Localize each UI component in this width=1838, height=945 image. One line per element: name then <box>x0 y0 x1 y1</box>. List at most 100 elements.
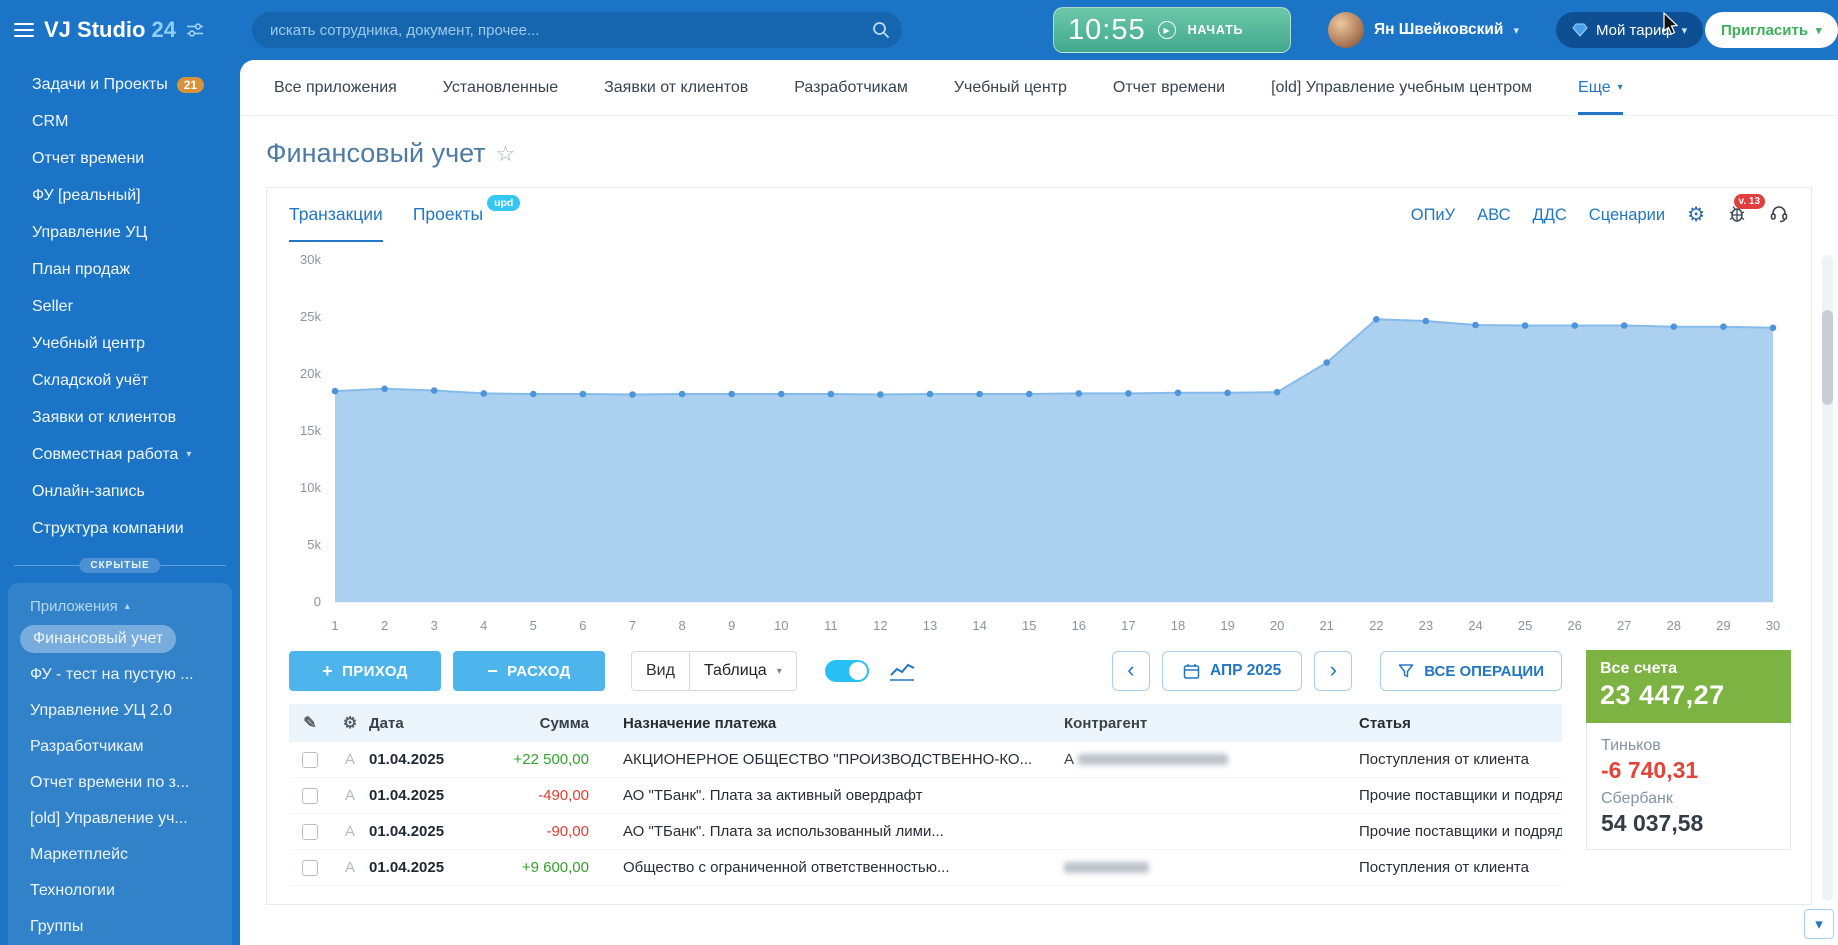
report-link[interactable]: АВС <box>1477 206 1510 225</box>
sidebar-app-item[interactable]: [old] Управление уч... <box>8 801 232 837</box>
apps-section-header[interactable]: Приложения ▴ <box>8 591 232 621</box>
svg-text:25: 25 <box>1518 618 1532 633</box>
tab-projects[interactable]: Проекты upd <box>413 188 520 242</box>
column-settings-icon[interactable]: ⚙ <box>343 715 357 732</box>
scroll-down-button[interactable]: ▾ <box>1804 909 1834 939</box>
column-date[interactable]: Дата <box>369 715 477 732</box>
sidebar-app-item[interactable]: Группы <box>8 909 232 945</box>
total-balance-card[interactable]: Все счета 23 447,27 <box>1586 650 1791 723</box>
row-category: Поступления от клиента <box>1345 859 1562 876</box>
tab-transactions[interactable]: Транзакции <box>289 188 383 242</box>
start-work-label[interactable]: НАЧАТЬ <box>1188 23 1244 37</box>
report-link[interactable]: ДДС <box>1533 206 1567 225</box>
chart-view-icon[interactable] <box>889 661 915 681</box>
sidebar-app-item[interactable]: ФУ - тест на пустую ... <box>8 657 232 693</box>
sidebar-item[interactable]: Seller <box>0 288 240 325</box>
sidebar-item[interactable]: Управление УЦ <box>0 214 240 251</box>
report-link[interactable]: Сценарии <box>1589 206 1665 225</box>
row-checkbox[interactable] <box>302 860 318 876</box>
avatar[interactable] <box>1328 12 1364 48</box>
invite-button[interactable]: Пригласить ▾ <box>1705 12 1838 48</box>
support-headset-icon[interactable] <box>1769 203 1789 228</box>
svg-text:28: 28 <box>1667 618 1681 633</box>
sidebar-item[interactable]: План продаж <box>0 251 240 288</box>
sidebar-item-label: План продаж <box>32 261 130 279</box>
column-purpose[interactable]: Назначение платежа <box>595 715 1050 732</box>
app-nav-tab[interactable]: Заявки от клиентов <box>604 60 748 115</box>
user-menu[interactable]: Ян Швейковский ▾ <box>1328 12 1519 48</box>
sidebar-item[interactable]: Структура компании <box>0 510 240 547</box>
income-button[interactable]: + ПРИХОД <box>289 651 441 691</box>
app-nav-tab[interactable]: Отчет времени <box>1113 60 1225 115</box>
row-checkbox-cell <box>289 752 331 768</box>
chevron-down-icon: ▾ <box>186 449 191 460</box>
column-sum[interactable]: Сумма <box>477 715 595 732</box>
sidebar-item-label: ФУ [реальный] <box>32 187 141 205</box>
clock-time: 10:55 <box>1068 14 1146 47</box>
report-link[interactable]: ОПиУ <box>1411 206 1455 225</box>
my-tariff-button[interactable]: Мой тариф ▾ <box>1556 12 1703 48</box>
account-name[interactable]: Сбербанк <box>1601 790 1776 808</box>
sidebar-items: Задачи и Проекты21CRM Отчет времени ФУ [ре… <box>0 66 240 547</box>
scrollbar-thumb[interactable] <box>1822 310 1833 405</box>
column-counterparty[interactable]: Контрагент <box>1050 715 1345 732</box>
app-logo[interactable]: VJ Studio 24 <box>44 17 176 43</box>
sidebar-item[interactable]: Отчет времени <box>0 140 240 177</box>
sidebar-item[interactable]: ФУ [реальный] <box>0 177 240 214</box>
sidebar-app-item[interactable]: Маркетплейс <box>8 837 232 873</box>
sidebar-item-label: Отчет времени <box>32 150 144 168</box>
filter-label: ВСЕ ОПЕРАЦИИ <box>1424 663 1544 680</box>
sidebar-app-item[interactable]: Финансовый учет <box>8 621 232 657</box>
app-nav-tab[interactable]: Учебный центр <box>954 60 1067 115</box>
search-bar[interactable] <box>252 12 902 48</box>
time-tracker-widget[interactable]: 10:55 ▶ НАЧАТЬ <box>1053 7 1291 53</box>
row-checkbox[interactable] <box>302 752 318 768</box>
svg-text:3: 3 <box>431 618 438 633</box>
account-name[interactable]: Тиньков <box>1601 737 1776 755</box>
sidebar-item[interactable]: Онлайн-запись <box>0 473 240 510</box>
play-icon[interactable]: ▶ <box>1158 21 1176 39</box>
sidebar-item-label: Управление УЦ <box>32 224 147 242</box>
menu-settings-icon[interactable] <box>186 22 204 38</box>
sidebar-item-label: Складской учёт <box>32 372 148 390</box>
search-icon[interactable] <box>872 21 890 39</box>
row-checkbox[interactable] <box>302 824 318 840</box>
next-month-button[interactable]: › <box>1314 651 1352 691</box>
app-nav-tab[interactable]: Все приложения <box>274 60 397 115</box>
sidebar-item[interactable]: Складской учёт <box>0 362 240 399</box>
gear-icon[interactable]: ⚙ <box>1687 205 1705 225</box>
sidebar-item[interactable]: CRM <box>0 103 240 140</box>
sidebar-item[interactable]: Совместная работа▾ <box>0 436 240 473</box>
sidebar-app-item[interactable]: Технологии <box>8 873 232 909</box>
prev-month-button[interactable]: ‹ <box>1112 651 1150 691</box>
apps-items: Финансовый учетФУ - тест на пустую ...Уп… <box>8 621 232 945</box>
app-nav-tab[interactable]: [old] Управление учебным центром <box>1271 60 1532 115</box>
favorite-star-icon[interactable]: ☆ <box>496 141 516 167</box>
menu-icon[interactable] <box>14 23 34 37</box>
app-nav-tab[interactable]: Разработчикам <box>794 60 908 115</box>
search-input[interactable] <box>252 12 902 48</box>
edit-pencil-icon[interactable]: ✎ <box>303 713 316 733</box>
app-nav-tab[interactable]: Еще▾ <box>1578 60 1623 115</box>
row-checkbox-cell <box>289 860 331 876</box>
sidebar-app-item[interactable]: Управление УЦ 2.0 <box>8 693 232 729</box>
view-dropdown[interactable]: Таблица ▾ <box>690 652 796 690</box>
sidebar-item[interactable]: Заявки от клиентов <box>0 399 240 436</box>
row-checkbox-cell <box>289 788 331 804</box>
svg-text:22: 22 <box>1369 618 1383 633</box>
all-operations-filter-button[interactable]: ВСЕ ОПЕРАЦИИ <box>1380 651 1562 691</box>
sidebar-app-item[interactable]: Разработчикам <box>8 729 232 765</box>
column-category[interactable]: Статья <box>1345 715 1562 732</box>
chart-toggle[interactable] <box>825 660 869 682</box>
period-button[interactable]: АПР 2025 <box>1162 651 1302 691</box>
version-bug-icon[interactable]: v. 13 <box>1727 203 1747 228</box>
row-checkbox[interactable] <box>302 788 318 804</box>
hidden-items-pill[interactable]: СКРЫТЫЕ <box>79 558 160 573</box>
sidebar-item[interactable]: Учебный центр <box>0 325 240 362</box>
expense-button[interactable]: − РАСХОД <box>453 651 605 691</box>
sidebar-item[interactable]: Задачи и Проекты21 <box>0 66 240 103</box>
app-nav-tab[interactable]: Установленные <box>443 60 558 115</box>
row-purpose: АО "ТБанк". Плата за активный овердрафт <box>595 787 1050 804</box>
sidebar-app-item[interactable]: Отчет времени по з... <box>8 765 232 801</box>
row-source-marker: А <box>331 751 369 768</box>
